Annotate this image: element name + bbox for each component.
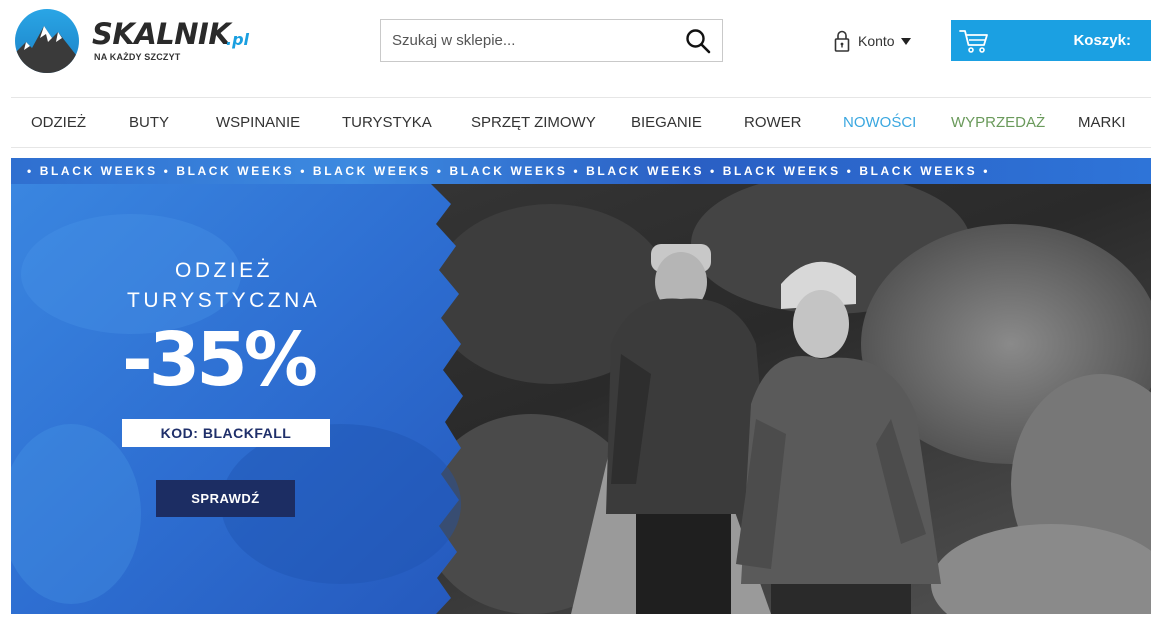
lock-icon (834, 30, 850, 52)
cart-label: Koszyk: (1073, 32, 1131, 49)
nav-item-nowosci[interactable]: NOWOŚCI (843, 114, 916, 131)
logo-name: SKALNIK (92, 17, 231, 51)
logo-tagline: NA KAŻDY SZCZYT (94, 52, 181, 62)
nav-item-buty[interactable]: BUTY (129, 114, 169, 131)
account-label: Konto (858, 33, 895, 49)
search-icon (686, 29, 711, 54)
cart-button[interactable]: Koszyk: (951, 20, 1151, 61)
promo-heading-line1: ODZIEŻ (175, 259, 273, 282)
account-menu[interactable]: Konto (834, 29, 911, 53)
nav-item-wyprzedaz[interactable]: WYPRZEDAŻ (951, 114, 1045, 131)
ticker-text: • BLACK WEEKS • BLACK WEEKS • BLACK WEEK… (27, 164, 991, 178)
promo-code: KOD: BLACKFALL (122, 419, 330, 447)
nav-item-bieganie[interactable]: BIEGANIE (631, 114, 702, 131)
mountain-logo-icon (15, 9, 79, 73)
search-box (380, 19, 723, 62)
nav-item-odziez[interactable]: ODZIEŻ (31, 114, 86, 131)
nav-item-rower[interactable]: ROWER (744, 114, 802, 131)
nav-item-marki[interactable]: MARKI (1078, 114, 1126, 131)
cart-icon (959, 30, 988, 53)
promo-banner[interactable]: • BLACK WEEKS • BLACK WEEKS • BLACK WEEK… (11, 158, 1151, 614)
check-offer-button[interactable]: SPRAWDŹ (156, 480, 295, 517)
nav-item-sprzet-zimowy[interactable]: SPRZĘT ZIMOWY (471, 114, 596, 131)
logo-suffix: .pl (226, 30, 250, 49)
site-header: SKALNIK .pl NA KAŻDY SZCZYT Konto K (0, 0, 1161, 97)
caret-down-icon (900, 37, 911, 45)
nav-item-turystyka[interactable]: TURYSTYKA (342, 114, 432, 131)
search-input[interactable] (381, 20, 671, 61)
search-button[interactable] (684, 27, 712, 55)
promo-discount: -35% (122, 317, 318, 403)
promo-heading-line2: TURYSTYCZNA (127, 289, 321, 312)
nav-item-wspinanie[interactable]: WSPINANIE (216, 114, 300, 131)
site-logo[interactable]: SKALNIK .pl NA KAŻDY SZCZYT (14, 8, 254, 74)
main-nav: ODZIEŻ BUTY WSPINANIE TURYSTYKA SPRZĘT Z… (11, 97, 1151, 148)
black-weeks-ticker: • BLACK WEEKS • BLACK WEEKS • BLACK WEEK… (11, 158, 1151, 184)
promo-heading: ODZIEŻ TURYSTYCZNA (11, 256, 471, 316)
